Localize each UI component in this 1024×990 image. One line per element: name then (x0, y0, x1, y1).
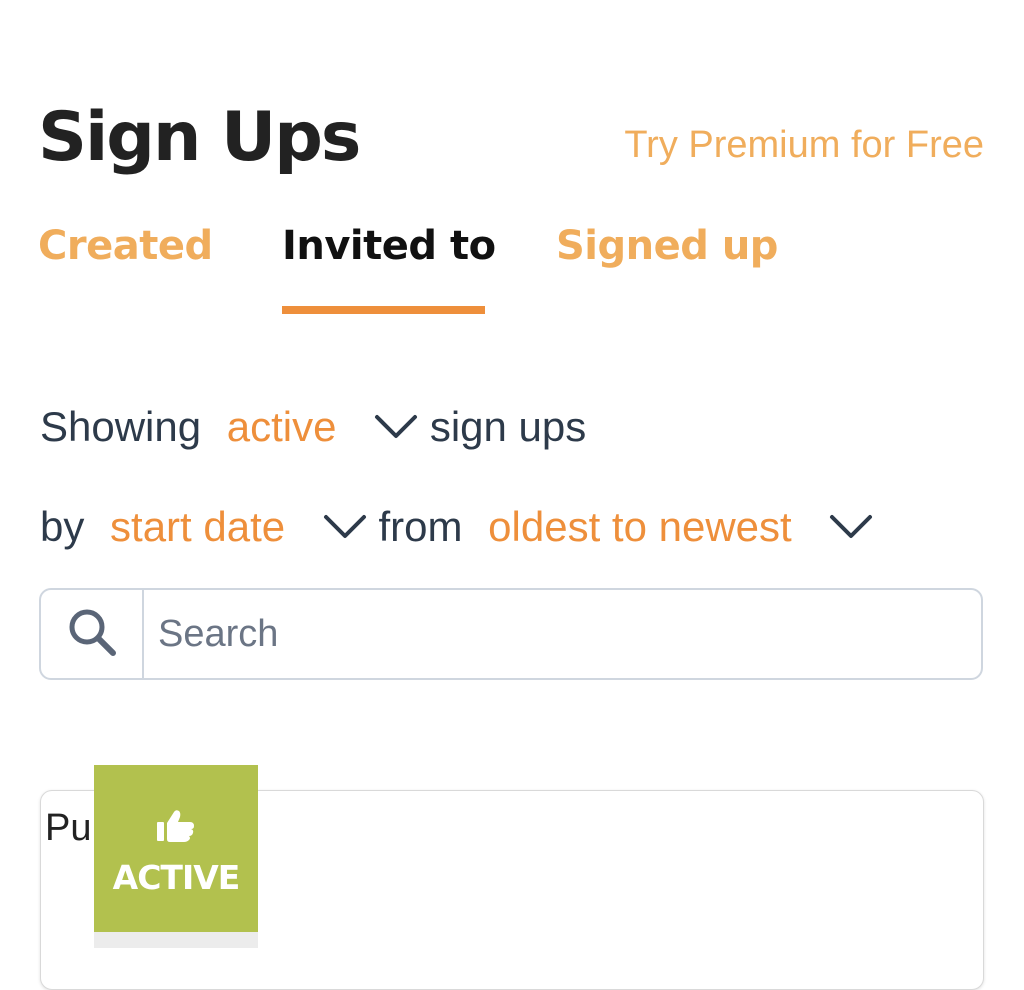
chevron-down-icon (829, 506, 873, 548)
active-tab-indicator (282, 306, 485, 314)
sort-filter-sentence: by start date from oldest to newest (40, 506, 873, 548)
search-icon (66, 606, 118, 663)
from-label: from (378, 503, 463, 550)
thumbs-up-icon (156, 809, 196, 848)
tab-invited-to[interactable]: Invited to (282, 226, 496, 266)
badge-shadow (94, 930, 258, 948)
tab-bar: Created Invited to Signed up (38, 226, 838, 316)
sort-field-dropdown[interactable]: start date (110, 506, 367, 548)
status-dropdown-value: active (226, 403, 337, 450)
page-title: Sign Ups (38, 98, 361, 177)
showing-label: Showing (40, 403, 202, 450)
try-premium-link[interactable]: Try Premium for Free (624, 126, 984, 164)
search-box (39, 588, 983, 680)
sign-ups-label: sign ups (429, 403, 587, 450)
sort-order-dropdown[interactable]: oldest to newest (488, 506, 873, 548)
signup-card-title: Pu (45, 807, 92, 849)
status-filter-sentence: Showing active sign ups (40, 406, 586, 448)
status-dropdown[interactable]: active (227, 406, 418, 448)
chevron-down-icon (323, 506, 367, 548)
chevron-down-icon (374, 406, 418, 448)
by-label: by (40, 503, 85, 550)
tab-signed-up[interactable]: Signed up (556, 226, 778, 266)
sort-field-value: start date (110, 503, 286, 550)
sort-order-value: oldest to newest (488, 503, 792, 550)
search-button[interactable] (41, 590, 144, 678)
tab-created[interactable]: Created (38, 226, 213, 266)
search-input[interactable] (144, 590, 974, 678)
status-badge: ACTIVE (94, 765, 258, 932)
status-badge-label: ACTIVE (112, 858, 241, 897)
